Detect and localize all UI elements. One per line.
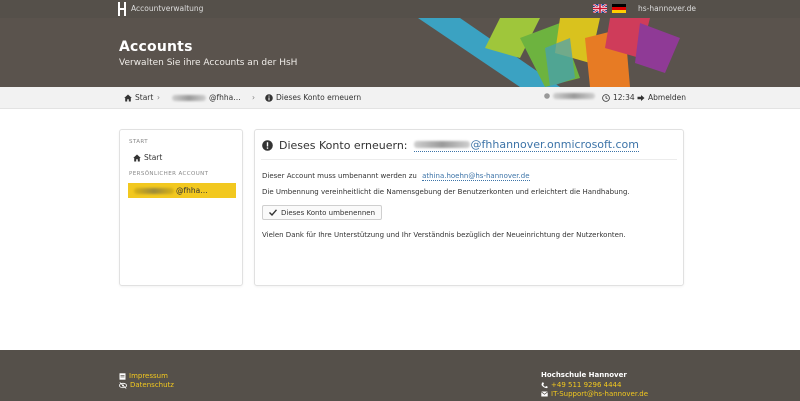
sidebar-section-account: PERSÖNLICHER ACCOUNT [129, 171, 209, 177]
uk-flag-icon[interactable] [593, 4, 607, 13]
document-icon [119, 372, 126, 380]
impressum-link[interactable]: Impressum [119, 372, 168, 380]
redacted-username [553, 93, 595, 99]
germany-flag-icon[interactable] [612, 4, 626, 13]
rename-notice-text: Dieser Account muss umbenannt werden zu [262, 172, 417, 180]
datenschutz-link[interactable]: Datenschutz [119, 381, 174, 389]
panel-heading: Dieses Konto erneuern: @fhhannover.onmic… [262, 138, 640, 152]
impressum-label: Impressum [129, 372, 168, 380]
home-icon [133, 154, 141, 161]
breadcrumb-separator-icon: › [157, 93, 160, 102]
panel-title: Dieses Konto erneuern: [279, 138, 408, 152]
phone-link[interactable]: +49 511 9296 4444 [541, 381, 621, 389]
logout-link[interactable]: Abmelden [637, 93, 686, 102]
breadcrumb-account-label: @fhha… [209, 93, 241, 102]
organization-name: Hochschule Hannover [541, 371, 627, 379]
hsh-logo-icon[interactable] [118, 2, 128, 16]
rename-account-button[interactable]: Dieses Konto umbenennen [262, 205, 383, 220]
phone-icon [541, 382, 548, 388]
logout-label: Abmelden [648, 93, 687, 102]
breadcrumb-current: Dieses Konto erneuern [265, 93, 361, 102]
sidebar-section-start: START [129, 139, 148, 145]
rename-explanation: Die Umbennung vereinheitlicht die Namens… [262, 188, 630, 196]
clock-icon [602, 93, 610, 102]
top-bar: Accountverwaltung hs-hannover.de [0, 0, 800, 18]
sidebar-item-start[interactable]: Start [133, 153, 162, 162]
rename-notice: Dieser Account muss umbenannt werden zu … [262, 172, 530, 181]
page-subtitle: Verwalten Sie ihre Accounts an der HsH [119, 58, 298, 68]
envelope-icon [541, 391, 548, 397]
panel-divider [261, 159, 677, 160]
phone-number: +49 511 9296 4444 [551, 381, 622, 389]
redacted-username [134, 187, 174, 194]
new-account-email-link[interactable]: athina.hoehn@hs-hannover.de [422, 172, 530, 181]
sidebar-item-start-label: Start [144, 153, 163, 162]
app-title[interactable]: Accountverwaltung [131, 4, 203, 13]
page-title: Accounts [119, 39, 193, 55]
sidebar-item-account[interactable]: @fhha… [128, 183, 236, 198]
sidebar: START Start PERSÖNLICHER ACCOUNT @fhha… [119, 129, 243, 286]
thanks-message: Vielen Dank für Ihre Unterstützung und I… [262, 231, 626, 239]
hero-banner: Accounts Verwalten Sie ihre Accounts an … [0, 18, 800, 87]
sign-out-icon [637, 94, 645, 101]
breadcrumb: Start › @fhha… › Dieses Konto erneuern 1… [0, 87, 800, 109]
session-time: 12:34 [613, 93, 635, 102]
check-icon [269, 209, 277, 216]
renew-account-panel: Dieses Konto erneuern: @fhhannover.onmic… [254, 129, 684, 286]
breadcrumb-start[interactable]: Start [124, 93, 153, 102]
info-circle-icon [265, 93, 273, 102]
panel-title-email-domain: @fhhannover.onmicrosoft.com [470, 138, 640, 151]
eye-slash-icon [119, 381, 127, 389]
datenschutz-label: Datenschutz [130, 381, 174, 389]
footer: Impressum Datenschutz Hochschule Hannove… [0, 350, 800, 401]
panel-title-email[interactable]: @fhhannover.onmicrosoft.com [413, 138, 640, 152]
session-timer: 12:34 [602, 93, 635, 102]
breadcrumb-start-label: Start [135, 93, 154, 102]
user-indicator [544, 93, 595, 99]
redacted-username [413, 141, 470, 148]
redacted-username [172, 94, 206, 101]
breadcrumb-current-label: Dieses Konto erneuern [276, 93, 362, 102]
breadcrumb-account[interactable]: @fhha… [172, 93, 241, 102]
user-circle-icon [544, 93, 550, 99]
support-email-link[interactable]: IT-Support@hs-hannover.de [541, 390, 648, 398]
support-email: IT-Support@hs-hannover.de [551, 390, 649, 398]
home-icon [124, 94, 132, 101]
breadcrumb-separator-icon: › [252, 93, 255, 102]
exclamation-circle-icon [262, 139, 273, 151]
sidebar-item-account-label: @fhha… [176, 186, 208, 195]
rename-account-button-label: Dieses Konto umbenennen [281, 208, 376, 217]
domain-link[interactable]: hs-hannover.de [638, 4, 696, 13]
